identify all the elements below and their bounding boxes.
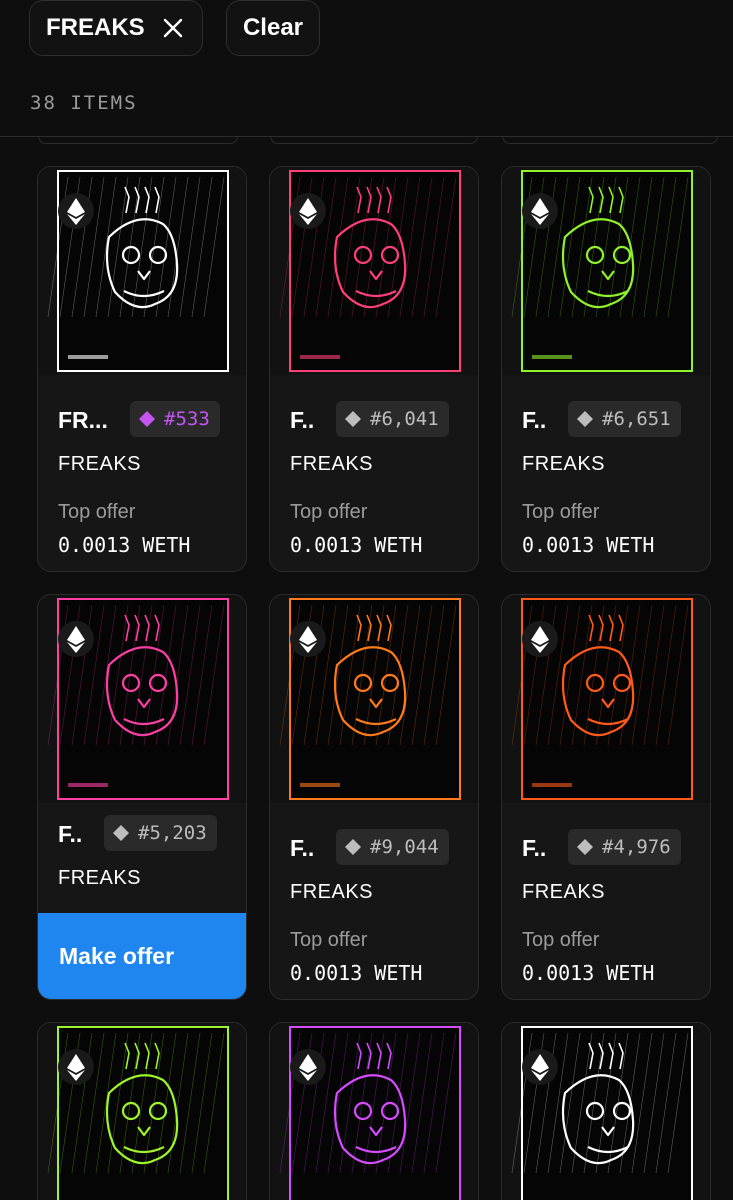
nft-card[interactable]: F.. #4,976 FREAKS Top offer 0.0013 WETH bbox=[501, 594, 711, 1000]
ethereum-icon bbox=[522, 1049, 558, 1085]
diamond-icon bbox=[139, 411, 155, 427]
nft-card[interactable] bbox=[37, 1022, 247, 1200]
previous-card-edge bbox=[38, 136, 238, 144]
nft-card[interactable]: F.. #9,044 FREAKS Top offer 0.0013 WETH bbox=[269, 594, 479, 1000]
collection-name: FREAKS bbox=[58, 867, 142, 889]
token-number: #533 bbox=[164, 408, 210, 430]
token-number-badge: #5,203 bbox=[104, 815, 217, 851]
collection-name: FREAKS bbox=[290, 881, 374, 903]
collection-name: FREAKS bbox=[58, 453, 142, 475]
nft-name: FR... bbox=[58, 407, 108, 433]
ethereum-icon bbox=[522, 621, 558, 657]
close-icon[interactable] bbox=[160, 15, 186, 41]
diamond-icon bbox=[113, 825, 129, 841]
previous-card-edge bbox=[502, 136, 718, 144]
token-number-badge: #6,651 bbox=[568, 401, 681, 437]
ethereum-icon bbox=[290, 193, 326, 229]
top-offer-value: 0.0013 WETH bbox=[290, 533, 423, 557]
token-number-badge: #6,041 bbox=[336, 401, 449, 437]
top-offer-label: Top offer bbox=[290, 501, 368, 523]
nft-name: F.. bbox=[522, 407, 547, 433]
token-number: #5,203 bbox=[138, 822, 207, 844]
diamond-icon bbox=[577, 411, 593, 427]
token-number: #6,041 bbox=[370, 408, 439, 430]
top-offer-value: 0.0013 WETH bbox=[522, 961, 655, 985]
top-offer-label: Top offer bbox=[58, 501, 136, 523]
collection-filter-chip[interactable]: FREAKS bbox=[29, 0, 203, 56]
token-number: #9,044 bbox=[370, 836, 439, 858]
token-number: #6,651 bbox=[602, 408, 671, 430]
ethereum-icon bbox=[58, 1049, 94, 1085]
ethereum-icon bbox=[58, 193, 94, 229]
previous-card-edge bbox=[270, 136, 478, 144]
ethereum-icon bbox=[58, 621, 94, 657]
nft-card[interactable]: F.. #6,651 FREAKS Top offer 0.0013 WETH bbox=[501, 166, 711, 572]
ethereum-icon bbox=[522, 193, 558, 229]
token-number-badge: #533 bbox=[130, 401, 220, 437]
top-offer-label: Top offer bbox=[522, 501, 600, 523]
nft-name: F.. bbox=[290, 835, 315, 861]
diamond-icon bbox=[577, 839, 593, 855]
nft-card[interactable] bbox=[269, 1022, 479, 1200]
nft-card[interactable] bbox=[501, 1022, 711, 1200]
collection-name: FREAKS bbox=[522, 453, 606, 475]
clear-label: Clear bbox=[242, 14, 304, 41]
make-offer-button[interactable]: Make offer bbox=[38, 913, 246, 999]
filter-chip-label: FREAKS bbox=[46, 14, 145, 41]
collection-name: FREAKS bbox=[522, 881, 606, 903]
ethereum-icon bbox=[290, 621, 326, 657]
nft-name: F.. bbox=[522, 835, 547, 861]
nft-card[interactable]: FR... #533 FREAKS Top offer 0.0013 WETH bbox=[37, 166, 247, 572]
nft-card[interactable]: F.. #6,041 FREAKS Top offer 0.0013 WETH bbox=[269, 166, 479, 572]
token-number-badge: #9,044 bbox=[336, 829, 449, 865]
filter-bar: FREAKS Clear bbox=[0, 0, 733, 80]
nft-name: F.. bbox=[290, 407, 315, 433]
top-offer-value: 0.0013 WETH bbox=[290, 961, 423, 985]
item-count: 38 ITEMS bbox=[30, 92, 138, 114]
token-number: #4,976 bbox=[602, 836, 671, 858]
top-offer-value: 0.0013 WETH bbox=[58, 533, 191, 557]
top-offer-value: 0.0013 WETH bbox=[522, 533, 655, 557]
nft-card[interactable]: F.. #5,203 FREAKS Make offer bbox=[37, 594, 247, 1000]
top-offer-label: Top offer bbox=[522, 929, 600, 951]
nft-name: F.. bbox=[58, 821, 83, 847]
diamond-icon bbox=[345, 839, 361, 855]
clear-filters-button[interactable]: Clear bbox=[226, 0, 320, 56]
collection-name: FREAKS bbox=[290, 453, 374, 475]
ethereum-icon bbox=[290, 1049, 326, 1085]
top-offer-label: Top offer bbox=[290, 929, 368, 951]
token-number-badge: #4,976 bbox=[568, 829, 681, 865]
diamond-icon bbox=[345, 411, 361, 427]
